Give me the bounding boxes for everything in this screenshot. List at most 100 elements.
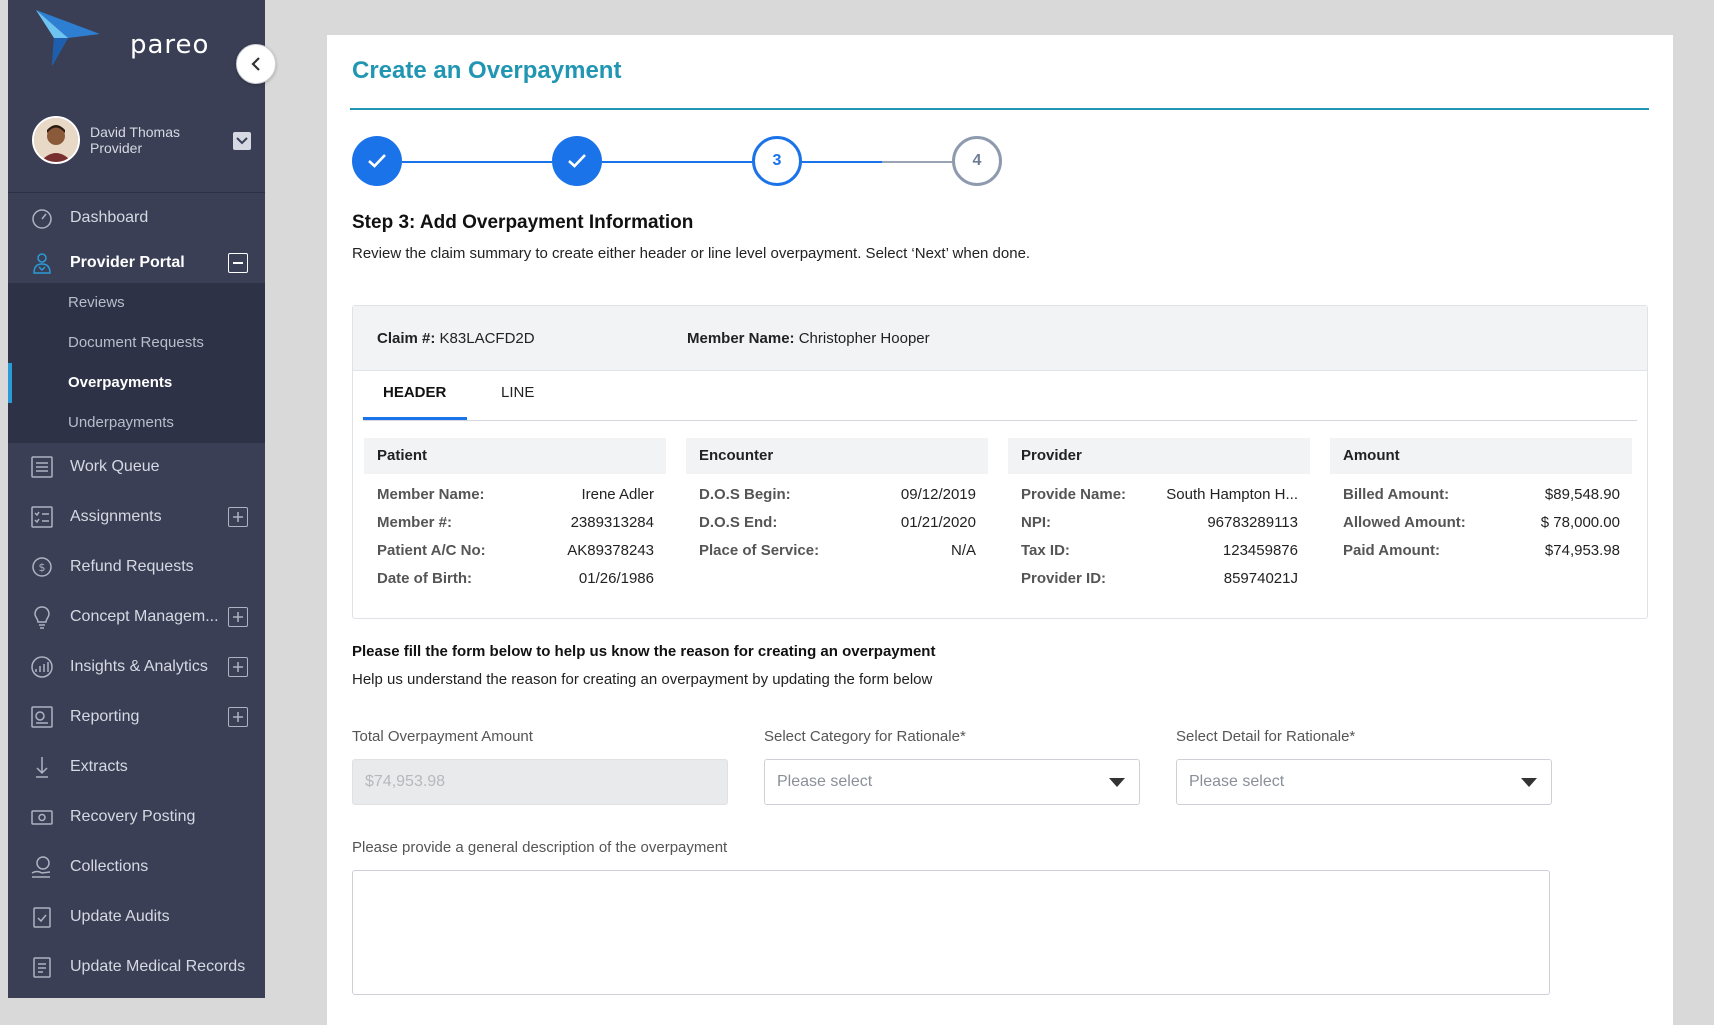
sidebar-subitem-document-requests[interactable]: Document Requests [8, 323, 265, 363]
kv-value: 01/21/2020 [900, 514, 976, 531]
sidebar-subitem-underpayments[interactable]: Underpayments [8, 403, 265, 443]
kv-row: Allowed Amount: $ 78,000.00 [1330, 510, 1620, 538]
step-2-complete[interactable] [552, 136, 602, 186]
sidebar-subitem-overpayments[interactable]: Overpayments [8, 363, 265, 403]
sidebar-item-label: Collections [70, 858, 149, 875]
sidebar: pareo David Thomas Provider Dashboard Pr… [8, 0, 265, 998]
pareo-logo[interactable]: pareo [30, 8, 230, 78]
total-overpayment-value: $74,953.98 [365, 773, 446, 790]
user-role: Provider [90, 140, 143, 156]
sidebar-item-reporting[interactable]: Reporting [8, 697, 265, 737]
kv-key: Provider ID: [1021, 570, 1107, 587]
collapse-section-icon[interactable] [228, 253, 248, 273]
sidebar-item-label: Assignments [70, 508, 162, 525]
step-heading: Step 3: Add Overpayment Information [352, 212, 694, 233]
sidebar-item-label: Provider Portal [70, 254, 185, 271]
expand-section-icon[interactable] [228, 607, 248, 627]
step-1-complete[interactable] [352, 136, 402, 186]
kv-key: Billed Amount: [1343, 486, 1450, 503]
section-title-text: Patient [377, 447, 428, 464]
sidebar-subitem-label: Reviews [68, 294, 125, 311]
dropdown-caret-icon [1521, 778, 1537, 787]
sidebar-item-dashboard[interactable]: Dashboard [8, 198, 265, 238]
sidebar-item-refund-requests[interactable]: $ Refund Requests [8, 547, 265, 587]
user-name: David Thomas [90, 124, 181, 140]
stepper: 3 4 [352, 136, 1012, 190]
page-title: Create an Overpayment [352, 57, 622, 84]
expand-section-icon[interactable] [228, 507, 248, 527]
detail-rationale-select[interactable]: Please select [1176, 759, 1552, 805]
sidebar-item-label: Reporting [70, 708, 140, 725]
member-name-label: Member Name: [687, 330, 795, 347]
clipboard-icon [33, 957, 51, 978]
sidebar-item-collections[interactable]: Collections [8, 847, 265, 887]
list-icon [31, 456, 53, 478]
kv-value: 09/12/2019 [900, 486, 976, 503]
checklist-icon [31, 506, 53, 528]
dropdown-caret-icon [1109, 778, 1125, 787]
total-overpayment-field: $74,953.98 [352, 759, 728, 805]
sidebar-item-label: Dashboard [70, 209, 149, 226]
step-instructions: Review the claim summary to create eithe… [352, 245, 1031, 262]
sidebar-item-concept-management[interactable]: Concept Managem... [8, 597, 265, 637]
user-menu-toggle[interactable] [233, 132, 251, 150]
kv-key: Tax ID: [1021, 542, 1070, 559]
step-connector [402, 161, 552, 163]
provider-icon [33, 253, 51, 274]
sidebar-item-provider-portal[interactable]: Provider Portal [8, 243, 265, 283]
section-title-text: Provider [1021, 447, 1082, 464]
step-connector [882, 161, 952, 163]
sidebar-item-update-audits[interactable]: Update Audits [8, 897, 265, 937]
tab-line[interactable]: LINE [501, 384, 534, 401]
kv-value: N/A [950, 542, 976, 559]
sidebar-item-update-medical-records[interactable]: Update Medical Records [8, 947, 265, 987]
description-textarea[interactable] [352, 870, 1550, 995]
sidebar-subitem-reviews[interactable]: Reviews [8, 283, 265, 323]
sidebar-item-label: Update Medical Records [70, 958, 246, 975]
claim-summary: Claim #: K83LACFD2D Member Name: Christo… [352, 305, 1648, 619]
expand-section-icon[interactable] [228, 657, 248, 677]
category-rationale-select[interactable]: Please select [764, 759, 1140, 805]
section-title: Encounter [686, 438, 988, 474]
sidebar-subitem-label: Document Requests [68, 334, 204, 351]
money-icon [31, 810, 53, 825]
checkmark-icon [568, 154, 586, 168]
user-profile[interactable]: David Thomas Provider [8, 110, 265, 182]
sidebar-item-extracts[interactable]: Extracts [8, 747, 265, 787]
claim-tabs: HEADER LINE [363, 370, 1637, 421]
step-4-pending[interactable]: 4 [952, 136, 1002, 186]
sidebar-item-work-queue[interactable]: Work Queue [8, 447, 265, 487]
sidebar-item-assignments[interactable]: Assignments [8, 497, 265, 537]
sidebar-item-label: Work Queue [70, 458, 160, 475]
sidebar-subitem-label: Underpayments [68, 414, 174, 431]
kv-key: Paid Amount: [1343, 542, 1440, 559]
active-tab-indicator [363, 417, 467, 420]
sidebar-item-label: Insights & Analytics [70, 658, 208, 675]
kv-row: Tax ID: 123459876 [1008, 538, 1298, 566]
expand-section-icon[interactable] [228, 707, 248, 727]
lightbulb-icon [34, 606, 50, 629]
kv-value: 01/26/1986 [578, 570, 654, 587]
claim-member-name: Member Name: Christopher Hooper [687, 330, 930, 347]
kv-row: Paid Amount: $74,953.98 [1330, 538, 1620, 566]
chevron-down-icon [236, 137, 248, 145]
kv-row: Provide Name: South Hampton H... [1008, 482, 1298, 510]
step-3-current[interactable]: 3 [752, 136, 802, 186]
step-connector [802, 161, 882, 163]
tab-header[interactable]: HEADER [383, 384, 446, 401]
refund-icon: $ [32, 557, 52, 577]
sidebar-item-label: Extracts [70, 758, 128, 775]
kv-value: Irene Adler [581, 486, 654, 503]
sidebar-item-recovery-posting[interactable]: Recovery Posting [8, 797, 265, 837]
section-title: Amount [1330, 438, 1632, 474]
sidebar-collapse-button[interactable] [236, 44, 276, 84]
description-label: Please provide a general description of … [352, 839, 728, 856]
kv-key: Patient A/C No: [377, 542, 486, 559]
sidebar-item-insights-analytics[interactable]: Insights & Analytics [8, 647, 265, 687]
sidebar-item-label: Update Audits [70, 908, 170, 925]
kv-value: 2389313284 [570, 514, 654, 531]
section-title: Patient [364, 438, 666, 474]
extract-icon [36, 757, 48, 778]
kv-value: 96783289113 [1207, 514, 1298, 531]
kv-row: Billed Amount: $89,548.90 [1330, 482, 1620, 510]
